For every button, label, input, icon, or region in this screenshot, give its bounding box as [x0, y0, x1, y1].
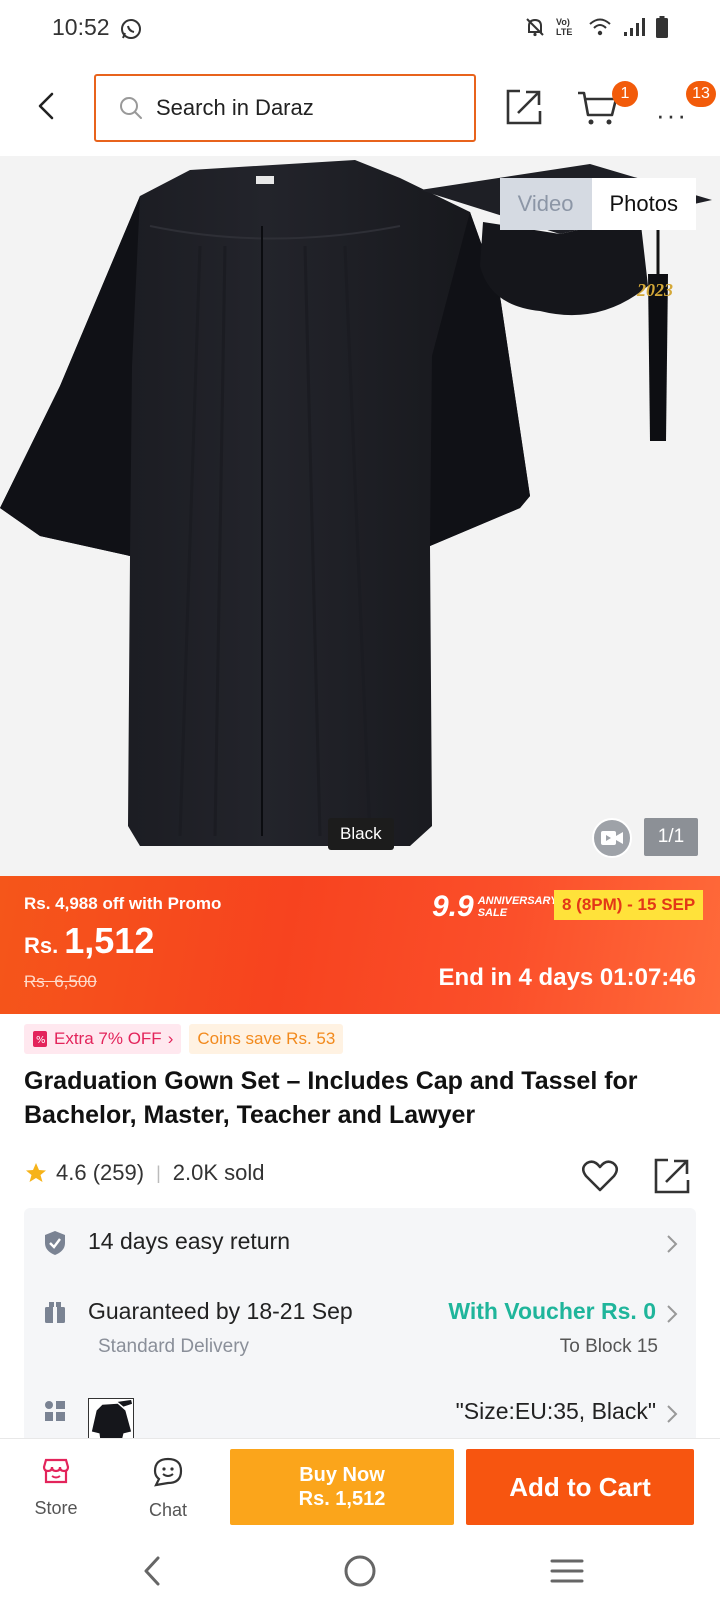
delivery-date-text: Guaranteed by 18-21 Sep: [88, 1298, 353, 1324]
original-price: Rs. 6,500: [24, 972, 97, 991]
chevron-right-icon: [667, 1305, 678, 1323]
delivery-destination: To Block 15: [559, 1336, 658, 1357]
star-icon: [26, 1163, 46, 1182]
battery-icon: [656, 16, 668, 38]
product-title: Graduation Gown Set – Includes Cap and T…: [24, 1067, 638, 1129]
svg-text:%: %: [36, 1035, 46, 1046]
rating-row[interactable]: 4.6 (259) | 2.0K sold: [24, 1160, 264, 1186]
mute-notification-icon: [526, 18, 544, 37]
search-input[interactable]: Search in Daraz: [94, 74, 476, 142]
add-to-cart-button[interactable]: Add to Cart: [466, 1449, 694, 1525]
video-camera-icon[interactable]: [592, 818, 632, 858]
anniversary-sale-logo: 9.9 ANNIVERSARY SALE: [432, 890, 558, 924]
selected-variant-text: "Size:EU:35, Black": [455, 1398, 656, 1424]
tassel-year: 2023: [636, 280, 673, 300]
status-icons: Vo) LTE: [524, 16, 668, 38]
variant-color-tag: Black: [328, 818, 394, 850]
video-camera-glyph: [601, 831, 623, 845]
image-counter: 1/1: [644, 818, 698, 856]
rating-divider: |: [156, 1162, 161, 1183]
extra-off-chip[interactable]: % Extra 7% OFF ›: [24, 1024, 182, 1054]
price-currency: Rs.: [24, 933, 59, 958]
delivery-type-text: Standard Delivery: [98, 1336, 250, 1357]
chevron-right-icon: [667, 1405, 678, 1423]
price-amount: 1,512: [64, 920, 155, 961]
promo-discount-text: Rs. 4,988 off with Promo: [24, 894, 222, 913]
graduation-gown-image: 2023: [0, 160, 712, 846]
status-bar: 10:52 Vo) LTE: [0, 0, 720, 60]
notification-count-badge: 13: [686, 81, 716, 107]
volte-icon: Vo) LTE: [556, 17, 573, 37]
sale-dates: 8 (8PM) - 15 SEP: [554, 890, 704, 920]
buy-now-button[interactable]: Buy Now Rs. 1,512: [230, 1449, 454, 1525]
search-placeholder: Search in Daraz: [156, 95, 314, 120]
chevron-right-icon: ›: [167, 1029, 174, 1048]
coupon-icon: %: [33, 1031, 47, 1047]
top-header: Search in Daraz 1 ··· 13: [0, 60, 720, 156]
back-arrow-icon[interactable]: [30, 88, 66, 124]
promo-banner: Rs. 4,988 off with Promo Rs. 1,512 Rs. 6,…: [0, 876, 720, 1014]
delivery-row[interactable]: Guaranteed by 18-21 Sep Standard Deliver…: [24, 1278, 696, 1388]
system-navigation-bar: [0, 1536, 720, 1612]
search-icon: [120, 97, 142, 119]
nav-recent-apps-icon[interactable]: [550, 1558, 584, 1584]
shield-check-icon: [45, 1231, 65, 1255]
return-policy-text: 14 days easy return: [88, 1228, 291, 1254]
voucher-text: With Voucher Rs. 0: [448, 1298, 656, 1324]
service-info-card: 14 days easy return Guaranteed by 18-21 …: [24, 1208, 696, 1444]
status-time: 10:52: [52, 14, 110, 40]
heart-icon[interactable]: [580, 1156, 620, 1196]
chat-label: Chat: [148, 1500, 188, 1520]
share-icon[interactable]: [652, 1156, 692, 1196]
sale-logo-number: 9.9: [432, 890, 474, 923]
sale-countdown: End in 4 days 01:07:46: [438, 964, 696, 991]
return-policy-row[interactable]: 14 days easy return: [24, 1208, 696, 1278]
chat-button[interactable]: Chat: [128, 1457, 208, 1521]
tab-photos[interactable]: Photos: [591, 178, 696, 230]
bottom-action-bar: Store Chat Buy Now Rs. 1,512 Add to Cart: [0, 1438, 720, 1536]
cart-count-badge: 1: [612, 81, 638, 107]
wifi-icon: [589, 18, 611, 36]
nav-back-icon[interactable]: [140, 1554, 164, 1588]
grid-variants-icon: [45, 1401, 65, 1421]
rating-value: 4.6 (259): [56, 1160, 145, 1185]
signal-icon: [624, 18, 645, 36]
offer-chips: % Extra 7% OFF › Coins save Rs. 53: [24, 1024, 344, 1054]
buy-now-label: Buy Now: [299, 1464, 385, 1486]
extra-off-label: Extra 7% OFF: [54, 1029, 162, 1048]
sale-logo-text: ANNIVERSARY SALE: [477, 895, 558, 919]
gift-box-icon: [45, 1302, 65, 1323]
share-icon[interactable]: [504, 87, 544, 127]
store-button[interactable]: Store: [16, 1457, 96, 1519]
nav-home-icon[interactable]: [343, 1554, 377, 1588]
store-icon: [42, 1458, 70, 1484]
product-image-gallery[interactable]: 2023 Video Photos Black 1/1: [0, 156, 720, 876]
tab-video[interactable]: Video: [499, 178, 592, 230]
buy-now-price: Rs. 1,512: [298, 1488, 386, 1510]
chevron-right-icon: [667, 1235, 678, 1253]
whatsapp-icon: [121, 19, 141, 39]
media-toggle: Video Photos: [499, 178, 696, 230]
more-options-button[interactable]: ···: [656, 100, 688, 131]
coins-save-chip[interactable]: Coins save Rs. 53: [189, 1024, 344, 1054]
current-price: Rs. 1,512: [24, 920, 154, 962]
chat-icon: [153, 1457, 183, 1487]
sold-count: 2.0K sold: [172, 1160, 265, 1185]
store-label: Store: [34, 1498, 78, 1518]
